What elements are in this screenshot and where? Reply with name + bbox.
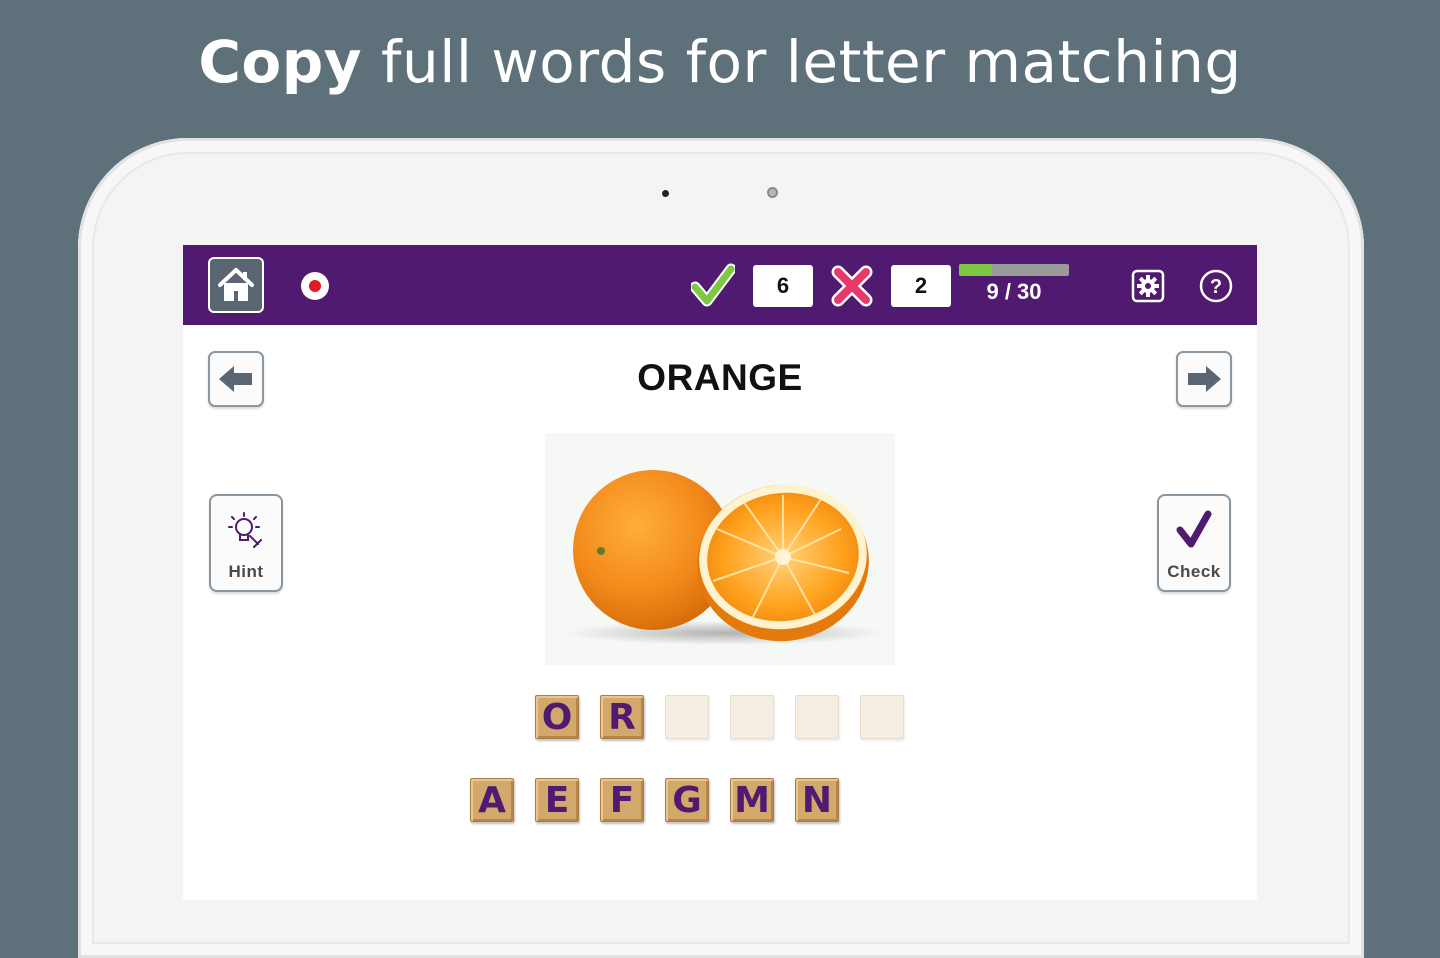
- top-toolbar: 6 2 9 / 30 ?: [183, 245, 1257, 325]
- answer-tile[interactable]: R: [600, 695, 644, 739]
- sensor-dot: [662, 190, 669, 197]
- settings-button[interactable]: [1131, 269, 1165, 303]
- hint-button[interactable]: Hint: [209, 494, 283, 592]
- letter-tile[interactable]: G: [665, 778, 709, 822]
- letter-tile[interactable]: F: [600, 778, 644, 822]
- word-picture: [545, 433, 895, 665]
- hint-label: Hint: [228, 562, 264, 581]
- empty-answer-slot[interactable]: [730, 695, 774, 739]
- answer-tile[interactable]: O: [535, 695, 579, 739]
- headline: Copy full words for letter matching: [0, 28, 1440, 96]
- help-button[interactable]: ?: [1197, 267, 1235, 305]
- empty-answer-slot[interactable]: [665, 695, 709, 739]
- app-screen: 6 2 9 / 30 ? ORANGE Hint Check O R A E F…: [183, 245, 1257, 900]
- home-button[interactable]: [208, 257, 264, 313]
- progress-fill: [959, 264, 992, 276]
- letter-tile[interactable]: E: [535, 778, 579, 822]
- check-button[interactable]: Check: [1157, 494, 1231, 592]
- home-icon: [218, 268, 254, 301]
- letter-tile[interactable]: A: [470, 778, 514, 822]
- checkmark-icon: [691, 263, 735, 307]
- letter-tile[interactable]: M: [730, 778, 774, 822]
- camera-lens: [767, 187, 778, 198]
- help-icon: ?: [1210, 276, 1222, 298]
- orange-fruit-image: [565, 470, 885, 645]
- record-button[interactable]: [301, 272, 329, 300]
- word-title: ORANGE: [637, 357, 803, 398]
- correct-count: 6: [753, 265, 813, 307]
- wrong-count: 2: [891, 265, 951, 307]
- empty-answer-slot[interactable]: [860, 695, 904, 739]
- record-icon: [309, 280, 321, 292]
- lightbulb-hint-icon: [228, 512, 262, 548]
- letter-tile[interactable]: N: [795, 778, 839, 822]
- headline-rest: full words for letter matching: [362, 28, 1242, 96]
- check-label: Check: [1167, 562, 1221, 581]
- headline-bold: Copy: [198, 28, 363, 96]
- check-icon: [1176, 510, 1212, 548]
- progress-bar: [959, 264, 1069, 276]
- progress-text: 9 / 30: [986, 279, 1042, 304]
- cross-icon: [831, 265, 873, 307]
- empty-answer-slot[interactable]: [795, 695, 839, 739]
